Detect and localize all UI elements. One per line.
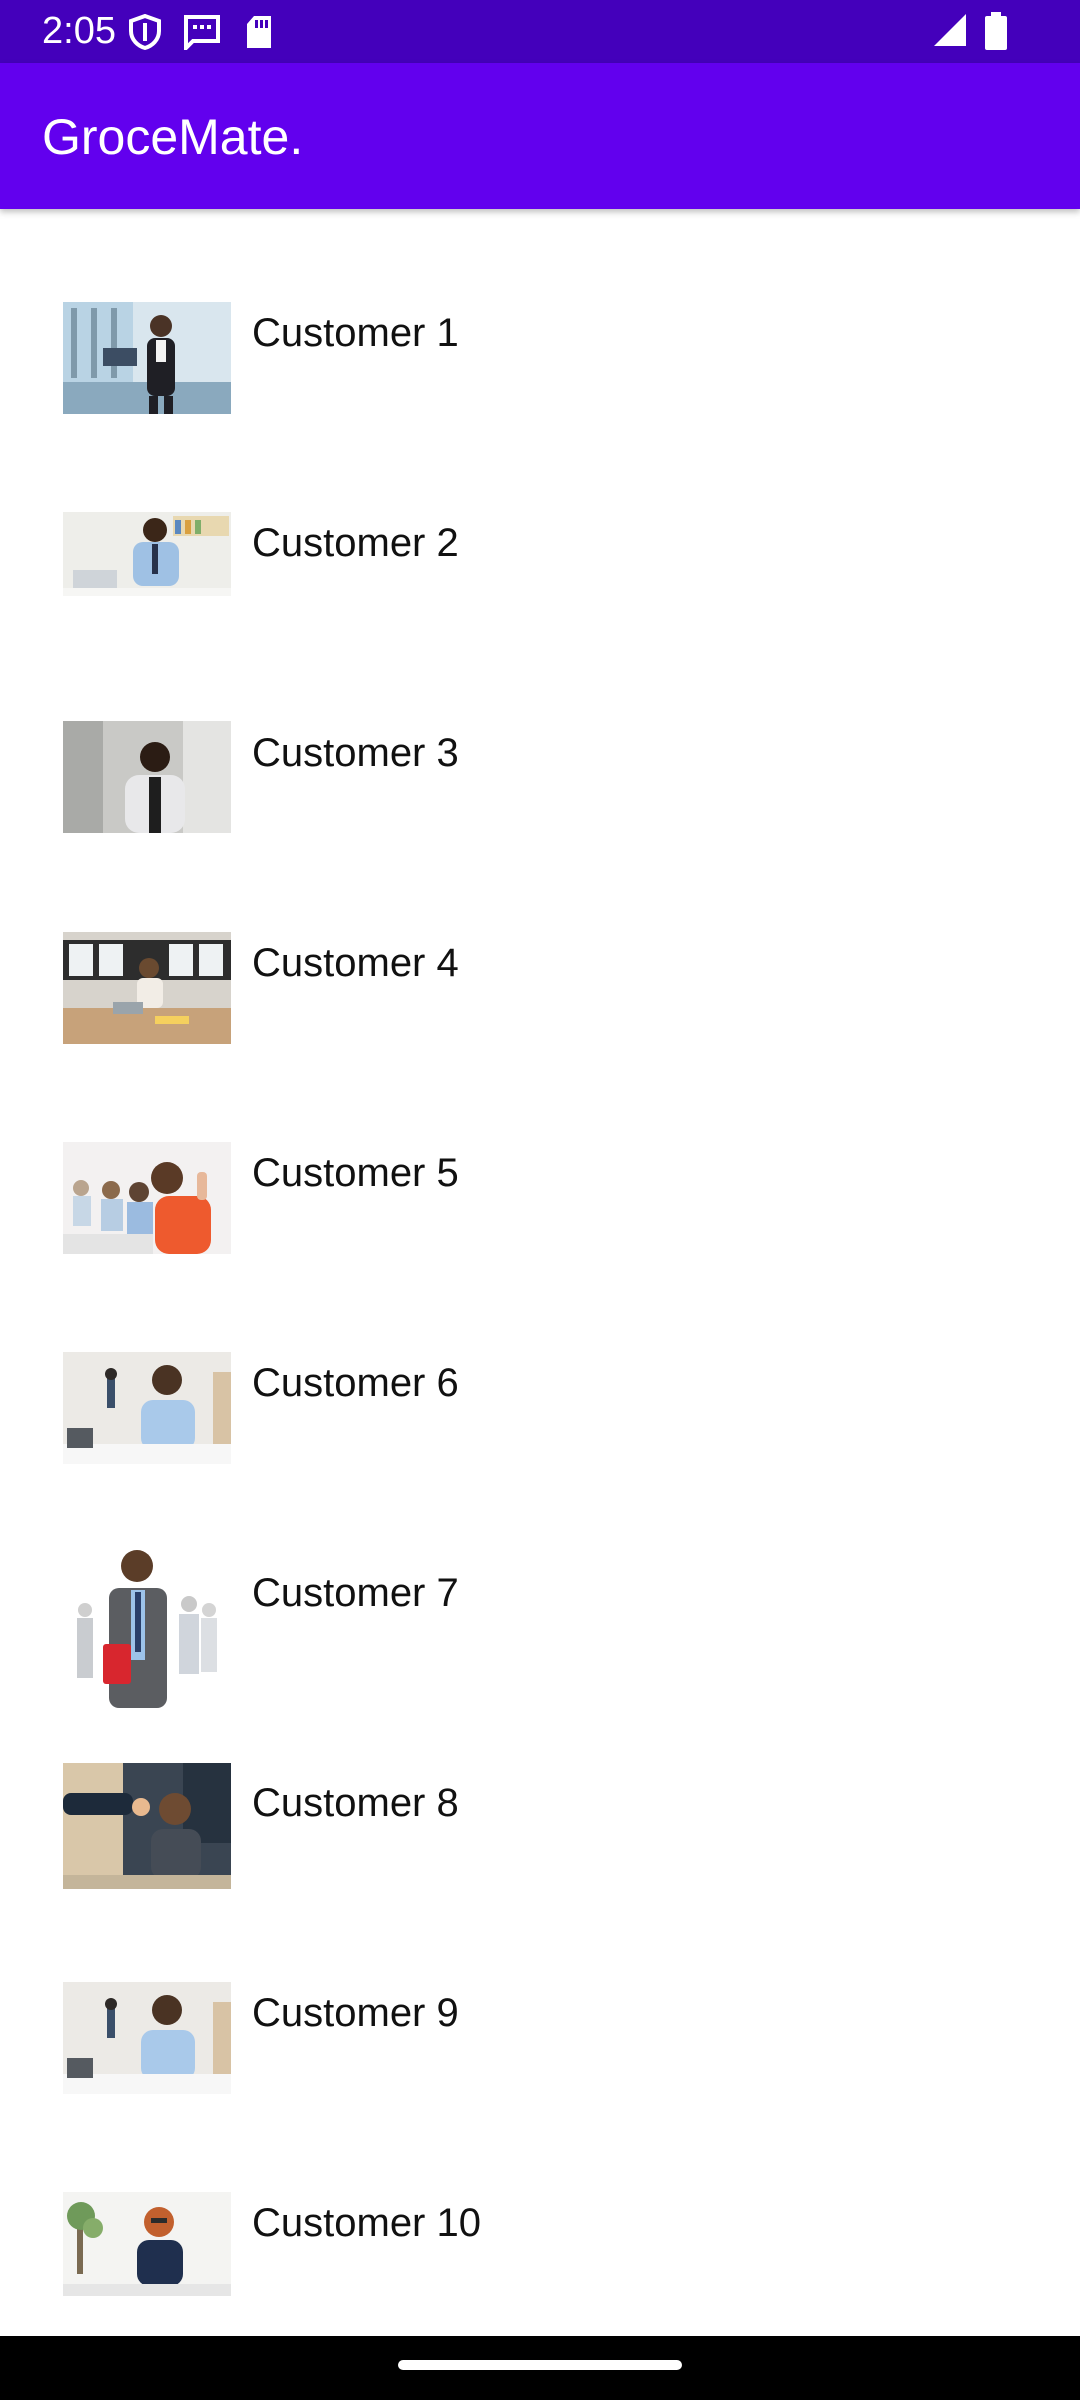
customer-name: Customer 10 xyxy=(252,2201,481,2245)
message-icon xyxy=(183,14,221,55)
list-item[interactable]: Customer 4 xyxy=(0,869,1080,1079)
list-item[interactable]: Customer 9 xyxy=(0,1919,1080,2129)
customer-name: Customer 2 xyxy=(252,521,459,565)
shield-icon xyxy=(128,13,162,55)
list-item[interactable]: Customer 10 xyxy=(0,2129,1080,2336)
customer-name: Customer 8 xyxy=(252,1781,459,1825)
navigation-bar xyxy=(0,2336,1080,2400)
customer-name: Customer 7 xyxy=(252,1571,459,1615)
customer-name: Customer 1 xyxy=(252,311,459,355)
customer-photo xyxy=(63,1540,231,1708)
sd-card-icon xyxy=(244,14,274,55)
customer-photo xyxy=(63,721,231,833)
battery-icon xyxy=(984,12,1008,55)
customer-name: Customer 3 xyxy=(252,731,459,775)
customer-name: Customer 6 xyxy=(252,1361,459,1405)
list-item[interactable]: Customer 2 xyxy=(0,449,1080,659)
list-item[interactable]: Customer 3 xyxy=(0,659,1080,869)
customer-list[interactable]: Customer 1 Customer 2 Customer 3 Custome… xyxy=(0,209,1080,2336)
customer-name: Customer 5 xyxy=(252,1151,459,1195)
list-item[interactable]: Customer 5 xyxy=(0,1079,1080,1289)
home-gesture-handle[interactable] xyxy=(398,2360,682,2370)
customer-photo xyxy=(63,1982,231,2094)
customer-photo xyxy=(63,1142,231,1254)
signal-icon xyxy=(932,12,968,53)
list-item[interactable]: Customer 8 xyxy=(0,1709,1080,1919)
status-time: 2:05 xyxy=(42,10,116,52)
customer-photo xyxy=(63,2192,231,2296)
list-item[interactable]: Customer 6 xyxy=(0,1289,1080,1499)
customer-photo xyxy=(63,302,231,414)
customer-photo xyxy=(63,932,231,1044)
customer-photo xyxy=(63,1352,231,1464)
list-item[interactable]: Customer 7 xyxy=(0,1499,1080,1709)
app-bar: GroceMate. xyxy=(0,63,1080,209)
customer-photo xyxy=(63,1763,231,1889)
status-bar: 2:05 xyxy=(0,0,1080,63)
app-title: GroceMate. xyxy=(42,109,304,165)
customer-photo xyxy=(63,512,231,596)
customer-name: Customer 4 xyxy=(252,941,459,985)
customer-name: Customer 9 xyxy=(252,1991,459,2035)
list-item[interactable]: Customer 1 xyxy=(0,239,1080,449)
